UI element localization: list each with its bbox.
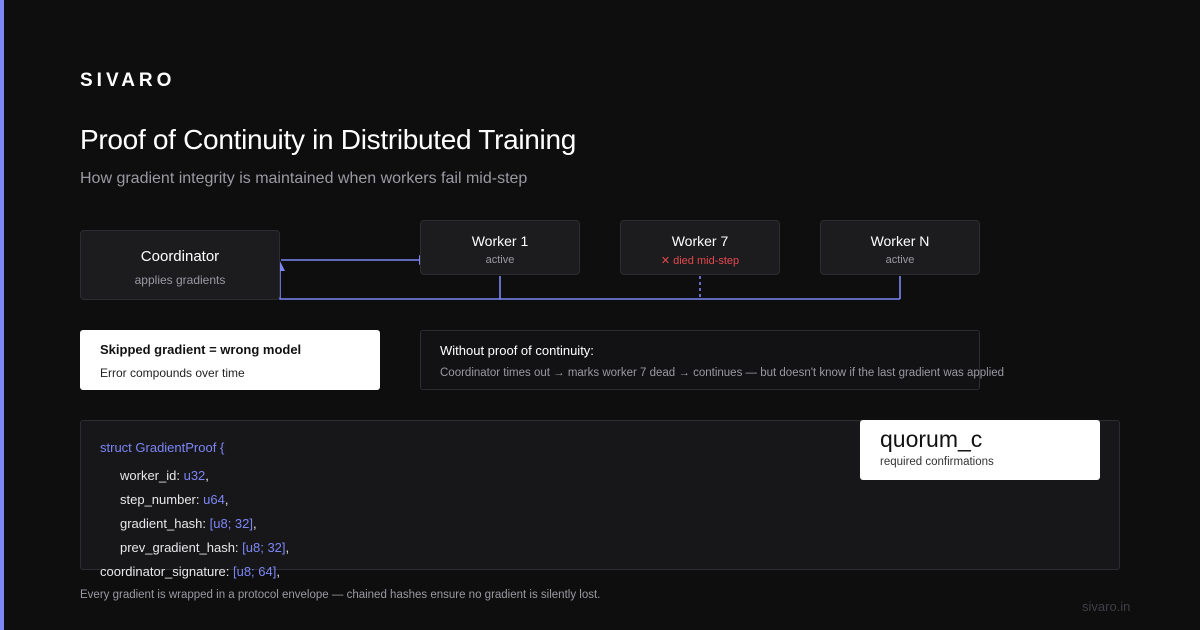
without-proof-body: Coordinator times out → marks worker 7 d… bbox=[440, 367, 1005, 379]
without-proof-heading: Without proof of continuity: bbox=[440, 343, 594, 358]
coordinator-name: Coordinator bbox=[140, 248, 220, 265]
code-field: prev_gradient_hash: [u8; 32], bbox=[120, 540, 290, 555]
caption: Every gradient is wrapped in a protocol … bbox=[80, 589, 601, 601]
brand-logo: SIVARO bbox=[80, 70, 176, 91]
worker-name: Worker 7 bbox=[671, 233, 729, 249]
footer-url: sivaro.in bbox=[1082, 599, 1131, 614]
worker-status: active bbox=[485, 254, 515, 266]
code-field: step_number: u64, bbox=[120, 492, 229, 507]
warning-body: Error compounds over time bbox=[100, 366, 245, 380]
quorum-card: quorum_c required confirmations bbox=[860, 420, 1100, 480]
code-field: gradient_hash: [u8; 32], bbox=[120, 516, 257, 531]
page-subtitle: How gradient integrity is maintained whe… bbox=[80, 170, 528, 187]
warning-callout: Skipped gradient = wrong model Error com… bbox=[80, 330, 380, 390]
worker-status-dead: ✕ died mid-step bbox=[660, 255, 740, 267]
page-title: Proof of Continuity in Distributed Train… bbox=[80, 124, 577, 155]
warning-heading: Skipped gradient = wrong model bbox=[100, 342, 302, 357]
coordinator-sub: applies gradients bbox=[134, 273, 226, 287]
coordinator-node: Coordinator applies gradients bbox=[80, 230, 280, 300]
worker-node-7: Worker 7 ✕ died mid-step bbox=[620, 220, 780, 275]
worker-status: active bbox=[885, 254, 915, 266]
struct-header: struct GradientProof { bbox=[100, 440, 225, 455]
worker-node-1: Worker 1 active bbox=[420, 220, 580, 275]
quorum-name: quorum_c bbox=[880, 426, 983, 452]
accent-bar bbox=[0, 0, 4, 630]
quorum-desc: required confirmations bbox=[880, 456, 994, 468]
code-field: worker_id: u32, bbox=[120, 468, 209, 483]
worker-name: Worker N bbox=[870, 233, 930, 249]
worker-node-n: Worker N active bbox=[820, 220, 980, 275]
without-proof-callout: Without proof of continuity: Coordinator… bbox=[420, 330, 1005, 390]
code-field: coordinator_signature: [u8; 64], bbox=[100, 564, 280, 579]
worker-name: Worker 1 bbox=[471, 233, 529, 249]
